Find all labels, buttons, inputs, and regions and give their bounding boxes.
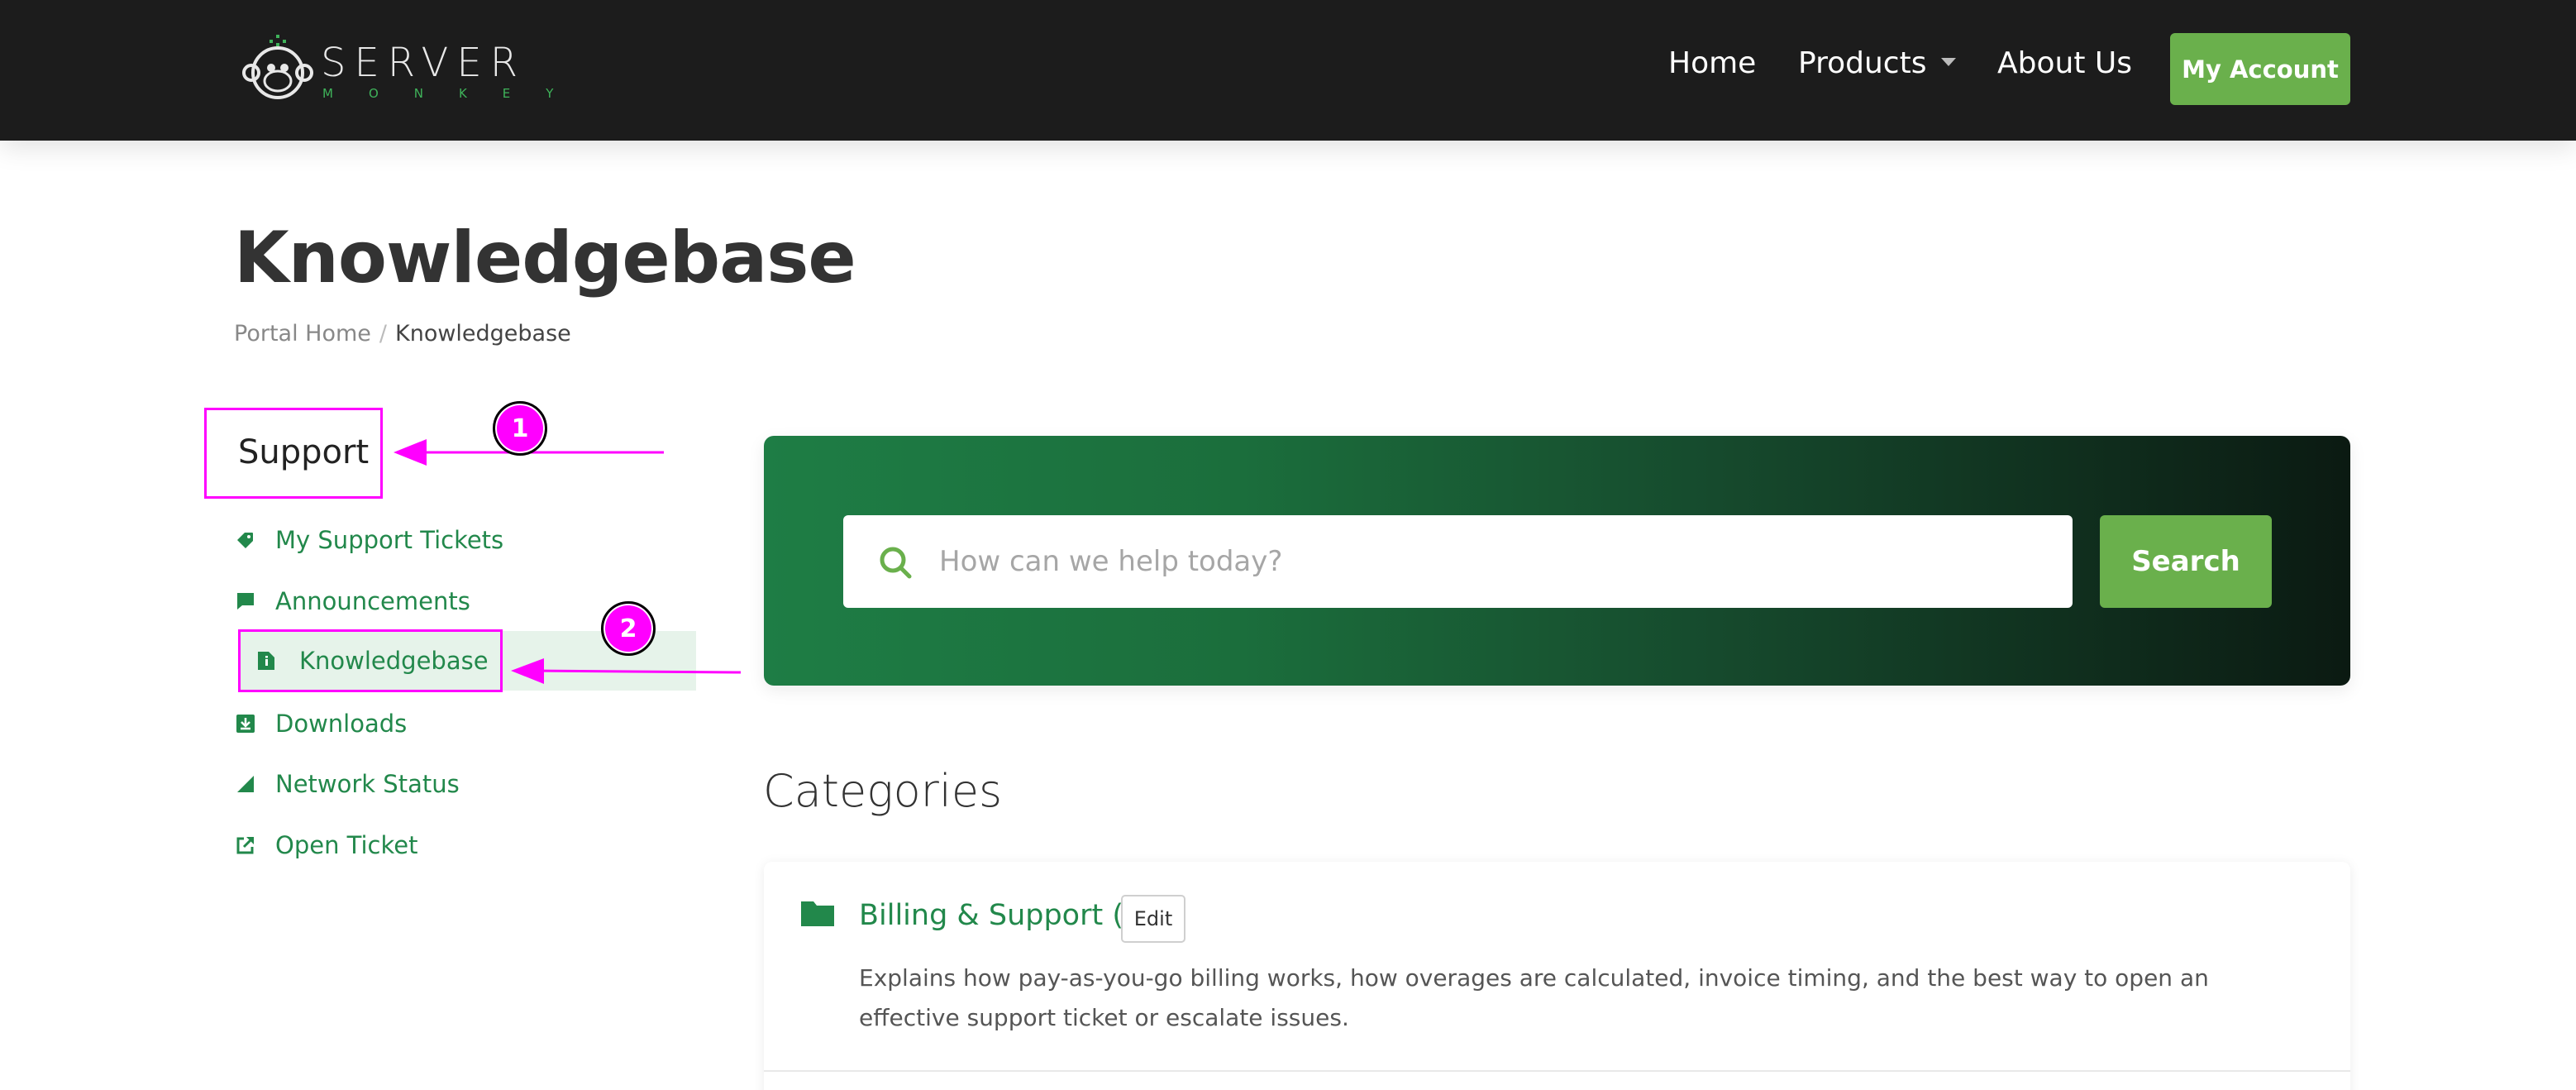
nav-home-link[interactable]: Home [1668, 46, 1756, 80]
categories-heading: Categories [763, 765, 1003, 817]
category-card: Billing & Support (1) Edit Explains how … [764, 862, 2350, 1090]
document-info-icon [256, 651, 276, 671]
folder-icon [801, 901, 834, 926]
sidebar-item-open-ticket[interactable]: Open Ticket [236, 820, 417, 870]
breadcrumb-current: Knowledgebase [395, 321, 571, 347]
search-field-container [843, 515, 2073, 608]
search-button[interactable]: Search [2100, 515, 2272, 608]
sidebar-item-announcements[interactable]: Announcements [236, 576, 470, 626]
edit-category-button[interactable]: Edit [1121, 895, 1185, 943]
logo-subtext: MONKEY [322, 86, 589, 101]
monkey-logo-icon [242, 35, 313, 99]
card-divider [764, 1070, 2350, 1072]
sidebar-item-network-status[interactable]: Network Status [236, 759, 460, 809]
knowledgebase-search-input[interactable] [939, 532, 2047, 591]
sidebar-item-label: Announcements [275, 587, 470, 615]
breadcrumb: Portal Home / Knowledgebase [234, 321, 571, 347]
nav-about-link[interactable]: About Us [1997, 46, 2132, 80]
category-description: Explains how pay-as-you-go billing works… [859, 964, 2209, 1031]
my-account-button[interactable]: My Account [2170, 33, 2350, 105]
category-link-billing-support[interactable]: Billing & Support (1) [859, 899, 1153, 932]
signal-icon [236, 774, 255, 794]
breadcrumb-separator: / [379, 321, 387, 347]
annotation-marker-2: 2 [601, 601, 656, 656]
ticket-icon [236, 530, 255, 550]
search-hero-banner: Search [764, 436, 2350, 686]
breadcrumb-portal-home[interactable]: Portal Home [234, 321, 371, 347]
server-monkey-logo[interactable]: SERVER MONKEY [240, 31, 553, 108]
nav-products-label: Products [1798, 46, 1927, 80]
sidebar-title: Support [238, 433, 370, 471]
sidebar-item-my-support-tickets[interactable]: My Support Tickets [236, 515, 503, 565]
download-icon [236, 714, 255, 734]
sidebar-item-label: Downloads [275, 710, 408, 738]
sidebar-item-label: Open Ticket [275, 831, 418, 859]
logo-wordmark: SERVER [321, 40, 527, 86]
comment-icon [236, 591, 255, 611]
search-icon [880, 547, 912, 579]
sidebar-item-downloads[interactable]: Downloads [236, 699, 407, 748]
top-navbar: SERVER MONKEY Home Products About Us My … [0, 0, 2576, 141]
page-title: Knowledgebase [234, 217, 856, 299]
nav-products-dropdown[interactable]: Products [1798, 46, 1957, 80]
sidebar-item-label: Network Status [275, 770, 460, 798]
caret-down-icon [1941, 58, 1957, 66]
sidebar-item-label: Knowledgebase [299, 647, 489, 675]
annotation-marker-1: 1 [493, 401, 547, 456]
external-link-icon [236, 835, 255, 855]
sidebar-item-label: My Support Tickets [275, 526, 504, 554]
